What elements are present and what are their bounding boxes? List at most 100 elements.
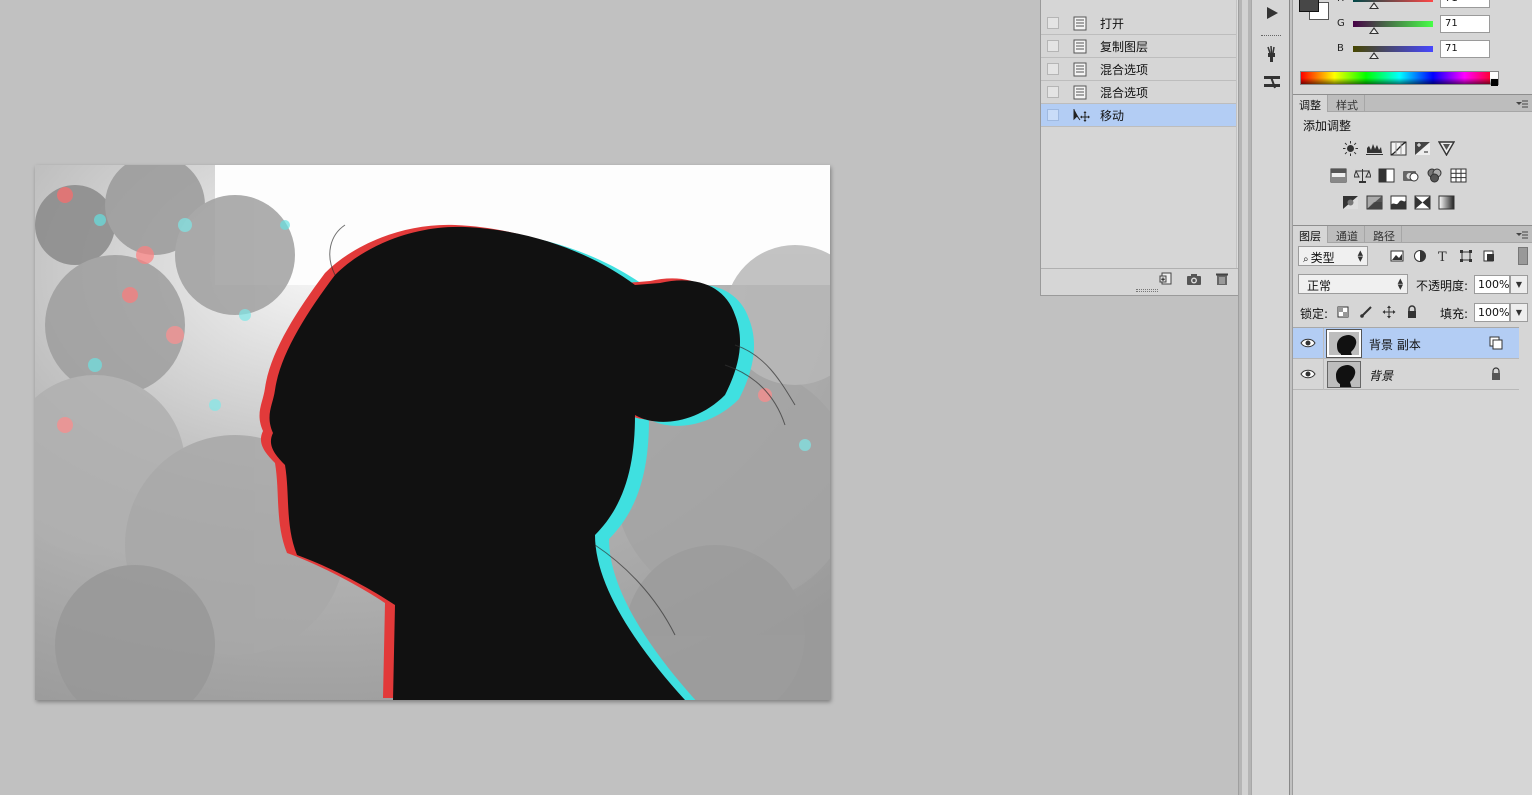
color-channel-b: B 71	[1293, 40, 1532, 60]
collapsed-panel-dock	[1252, 0, 1290, 795]
history-source-checkbox[interactable]	[1047, 109, 1059, 121]
exposure-icon[interactable]	[1414, 141, 1431, 156]
layer-row[interactable]: 背景	[1293, 359, 1519, 390]
black-white-icon[interactable]	[1378, 168, 1395, 183]
adjustments-tabbar: 调整 样式	[1293, 94, 1532, 112]
camera-snapshot-icon[interactable]	[1186, 272, 1202, 286]
history-bottom-toolbar	[1041, 268, 1250, 288]
history-item[interactable]: 混合选项	[1041, 81, 1236, 104]
eye-visibility-icon[interactable]	[1300, 336, 1316, 350]
history-state-icon	[1073, 62, 1087, 77]
color-balance-icon[interactable]	[1353, 168, 1372, 183]
levels-icon[interactable]	[1366, 141, 1383, 156]
history-source-checkbox[interactable]	[1047, 63, 1059, 75]
g-slider-thumb[interactable]	[1369, 27, 1379, 34]
history-item-label: 复制图层	[1100, 39, 1149, 54]
history-item[interactable]: 混合选项	[1041, 58, 1236, 81]
lock-transparent-pixels-icon[interactable]	[1336, 305, 1350, 319]
layer-thumbnail[interactable]	[1326, 329, 1362, 358]
history-state-icon	[1073, 16, 1087, 31]
layer-name[interactable]: 背景 副本	[1369, 336, 1421, 353]
dock-grip[interactable]	[1261, 35, 1281, 38]
history-item[interactable]: 打开	[1041, 12, 1236, 35]
r-value-input[interactable]: 71	[1440, 0, 1490, 8]
move-tool-icon	[1073, 108, 1090, 123]
r-slider-thumb[interactable]	[1369, 2, 1379, 9]
layer-thumbnail[interactable]	[1327, 361, 1361, 388]
panel-resize-grip[interactable]	[1136, 289, 1158, 292]
b-slider-thumb[interactable]	[1369, 52, 1379, 59]
color-lookup-icon[interactable]	[1450, 168, 1467, 183]
lock-all-icon[interactable]	[1405, 305, 1419, 319]
pixel-layer-filter-icon[interactable]	[1390, 249, 1404, 263]
select-arrows-icon: ▲ ▼	[1397, 277, 1403, 291]
posterize-icon[interactable]	[1366, 195, 1383, 210]
shape-layer-filter-icon[interactable]	[1459, 249, 1473, 263]
channel-mixer-icon[interactable]	[1426, 168, 1443, 183]
tab-channels[interactable]: 通道	[1330, 226, 1365, 243]
g-value-input[interactable]: 71	[1440, 15, 1490, 33]
color-channel-r: R 71	[1293, 0, 1532, 10]
lock-label: 锁定:	[1300, 307, 1329, 321]
lock-position-icon[interactable]	[1382, 305, 1396, 319]
hue-saturation-icon[interactable]	[1330, 168, 1347, 183]
panel-divider[interactable]	[1238, 0, 1252, 795]
svg-text:T: T	[1438, 250, 1447, 263]
tab-adjustments[interactable]: 调整	[1293, 95, 1328, 112]
lock-image-pixels-icon[interactable]	[1359, 305, 1373, 319]
smart-object-filter-icon[interactable]	[1482, 249, 1496, 263]
history-source-checkbox[interactable]	[1047, 40, 1059, 52]
gradient-map-icon[interactable]	[1438, 195, 1455, 210]
tab-layers[interactable]: 图层	[1293, 226, 1328, 243]
trash-icon[interactable]	[1214, 272, 1230, 286]
history-source-checkbox[interactable]	[1047, 86, 1059, 98]
tab-styles[interactable]: 样式	[1330, 95, 1365, 112]
color-channel-g: G 71	[1293, 15, 1532, 35]
right-panel-column: R 71 G 71 B 71 调整 样式 添加调整	[1292, 0, 1532, 795]
history-item-label: 混合选项	[1100, 85, 1149, 100]
anaglyph-portrait-image	[35, 165, 830, 700]
layers-scrollbar[interactable]	[1519, 244, 1532, 795]
history-state-icon	[1073, 39, 1087, 54]
smart-object-badge-icon	[1489, 336, 1503, 350]
invert-icon[interactable]	[1342, 195, 1359, 210]
lock-icon	[1489, 367, 1503, 381]
brush-presets-icon[interactable]	[1262, 45, 1282, 63]
b-value-input[interactable]: 71	[1440, 40, 1490, 58]
panel-menu-icon[interactable]	[1515, 229, 1529, 239]
fill-label: 填充:	[1440, 307, 1469, 321]
opacity-input[interactable]: 100%	[1474, 275, 1510, 294]
play-icon[interactable]	[1262, 4, 1282, 22]
vibrance-icon[interactable]	[1437, 141, 1456, 157]
eye-visibility-icon[interactable]	[1300, 367, 1316, 381]
new-document-from-state-icon[interactable]	[1158, 272, 1174, 286]
add-adjustment-title: 添加调整	[1303, 119, 1352, 133]
fill-input[interactable]: 100%	[1474, 303, 1510, 322]
panel-menu-icon[interactable]	[1515, 98, 1529, 108]
history-item[interactable]: 复制图层	[1041, 35, 1236, 58]
color-spectrum-ramp[interactable]	[1300, 71, 1499, 86]
history-item-label: 混合选项	[1100, 62, 1149, 77]
selective-color-icon[interactable]	[1414, 195, 1431, 210]
brightness-icon[interactable]	[1342, 141, 1359, 156]
threshold-icon[interactable]	[1390, 195, 1407, 210]
tool-presets-icon[interactable]	[1262, 73, 1282, 91]
history-source-checkbox[interactable]	[1047, 17, 1059, 29]
history-state-icon	[1073, 85, 1087, 100]
b-slider-track[interactable]	[1353, 46, 1433, 52]
layer-row-selected[interactable]: 背景 副本	[1293, 328, 1519, 359]
layer-filter-select[interactable]: ⌕ 类型 ▲ ▼	[1298, 246, 1368, 266]
layer-name[interactable]: 背景	[1369, 367, 1393, 384]
history-item-label: 打开	[1100, 16, 1125, 31]
photo-filter-icon[interactable]	[1402, 168, 1419, 183]
channel-label: B	[1337, 43, 1344, 54]
blend-mode-select[interactable]: 正常 ▲ ▼	[1298, 274, 1408, 294]
tab-paths[interactable]: 路径	[1367, 226, 1402, 243]
adjustment-layer-filter-icon[interactable]	[1413, 249, 1427, 263]
history-item-selected[interactable]: 移动	[1041, 104, 1236, 127]
r-slider-track[interactable]	[1353, 0, 1433, 2]
curves-icon[interactable]	[1390, 141, 1407, 156]
document-canvas[interactable]	[35, 165, 830, 700]
g-slider-track[interactable]	[1353, 21, 1433, 27]
type-layer-filter-icon[interactable]: T	[1436, 249, 1450, 265]
